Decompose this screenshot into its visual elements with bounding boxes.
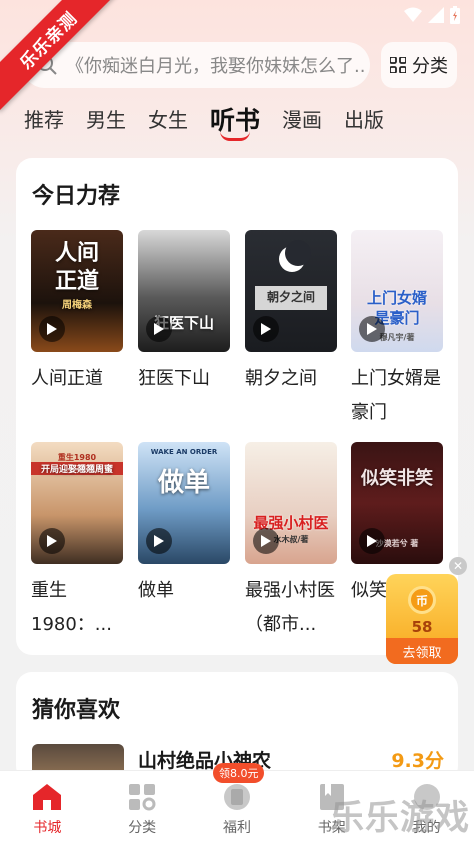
book-title: 上门女婿是豪门 (351, 368, 441, 423)
reward-float-widget[interactable]: 币 58 去领取 (386, 574, 458, 664)
tab-publishing[interactable]: 出版 (344, 104, 384, 148)
cover-title: 开局迎娶翘翘周蜜 (31, 462, 123, 475)
cover-title: 似笑非笑 (361, 468, 433, 489)
book-cover: 最强小村医 水木叔/著 (245, 442, 337, 564)
tab-male[interactable]: 男生 (86, 104, 126, 148)
signal-icon (428, 7, 444, 23)
home-icon (33, 784, 62, 810)
book-title: 狂医下山 (138, 368, 210, 389)
channel-tabs: 推荐 男生 女生 听书 漫画 出版 (24, 104, 406, 148)
play-icon[interactable] (39, 316, 65, 342)
nav-label: 福利 (222, 820, 251, 836)
grid-icon (390, 57, 406, 73)
reward-claim-label: 去领取 (386, 638, 458, 664)
gift-icon (223, 784, 250, 810)
coin-icon: 币 (408, 586, 436, 614)
tab-female[interactable]: 女生 (148, 104, 188, 148)
book-item[interactable]: 人间 正道 周梅森 人间正道 (31, 230, 123, 396)
book-title: 做单 (138, 580, 174, 601)
book-score: 9.3分 (391, 750, 444, 772)
nav-category[interactable]: 分类 (95, 771, 190, 844)
book-cover: 似笑非笑 沙漠若兮 著 (351, 442, 443, 564)
book-cover: 狂医下山 (138, 230, 230, 352)
play-icon[interactable] (359, 528, 385, 554)
book-title: 最强小村医（都市... (245, 580, 335, 635)
book-title: 人间正道 (31, 368, 103, 389)
cover-author: WAKE AN ORDER (150, 448, 218, 456)
section-title: 今日力荐 (32, 184, 121, 209)
section-title: 猜你喜欢 (32, 698, 121, 723)
close-icon[interactable]: ✕ (449, 557, 467, 575)
category-label: 分类 (412, 56, 448, 77)
book-item[interactable]: 朝夕之间 朝夕之间 (245, 230, 337, 396)
tab-active-indicator (220, 131, 250, 141)
cover-title: 朝夕之间 (266, 290, 315, 304)
book-cover: WAKE AN ORDER 做单 (138, 442, 230, 564)
book-title: 重生1980：... (31, 580, 112, 635)
tab-comics[interactable]: 漫画 (282, 104, 322, 148)
book-cover: 上门女婿 是豪门 穆凡宇/著 (351, 230, 443, 352)
cover-title: 人间 正道 (54, 241, 99, 294)
book-title: 朝夕之间 (245, 368, 317, 389)
book-item[interactable]: 狂医下山 狂医下山 (138, 230, 230, 396)
tab-recommend[interactable]: 推荐 (24, 104, 64, 148)
book-item[interactable]: 最强小村医 水木叔/著 最强小村医（都市... (245, 442, 337, 642)
play-icon[interactable] (146, 528, 172, 554)
category-button[interactable]: 分类 (381, 42, 457, 88)
play-icon[interactable] (146, 316, 172, 342)
reward-amount: 58 (411, 618, 433, 636)
book-cover: 人间 正道 周梅森 (31, 230, 123, 352)
tab-audiobook[interactable]: 听书 (210, 101, 260, 148)
cover-author: 周梅森 (62, 300, 92, 311)
battery-icon (450, 6, 460, 24)
wifi-icon (404, 7, 422, 22)
play-icon[interactable] (253, 528, 279, 554)
book-item[interactable]: WAKE AN ORDER 做单 做单 (138, 442, 230, 608)
book-cover: 朝夕之间 (245, 230, 337, 352)
nav-label: 分类 (128, 820, 157, 836)
book-item[interactable]: 上门女婿 是豪门 穆凡宇/著 上门女婿是豪门 (351, 230, 443, 430)
nav-welfare[interactable]: 领8.0元 福利 (190, 763, 285, 844)
nav-badge: 领8.0元 (212, 763, 265, 783)
moon-shadow (285, 240, 311, 266)
nav-label: 书城 (33, 820, 62, 836)
play-icon[interactable] (359, 316, 385, 342)
book-cover: 重生1980 开局迎娶翘翘周蜜 (31, 442, 123, 564)
watermark-text: 乐乐游戏 (330, 798, 470, 838)
category-icon (129, 784, 156, 811)
cover-title: 做单 (157, 468, 210, 498)
book-item[interactable]: 重生1980 开局迎娶翘翘周蜜 重生1980：... (31, 442, 123, 642)
search-input[interactable]: 《你痴迷白月光，我娶你妹妹怎么了... (22, 42, 370, 88)
play-icon[interactable] (39, 528, 65, 554)
search-placeholder: 《你痴迷白月光，我娶你妹妹怎么了... (66, 56, 366, 77)
nav-bookstore[interactable]: 书城 (0, 771, 95, 844)
play-icon[interactable] (253, 316, 279, 342)
